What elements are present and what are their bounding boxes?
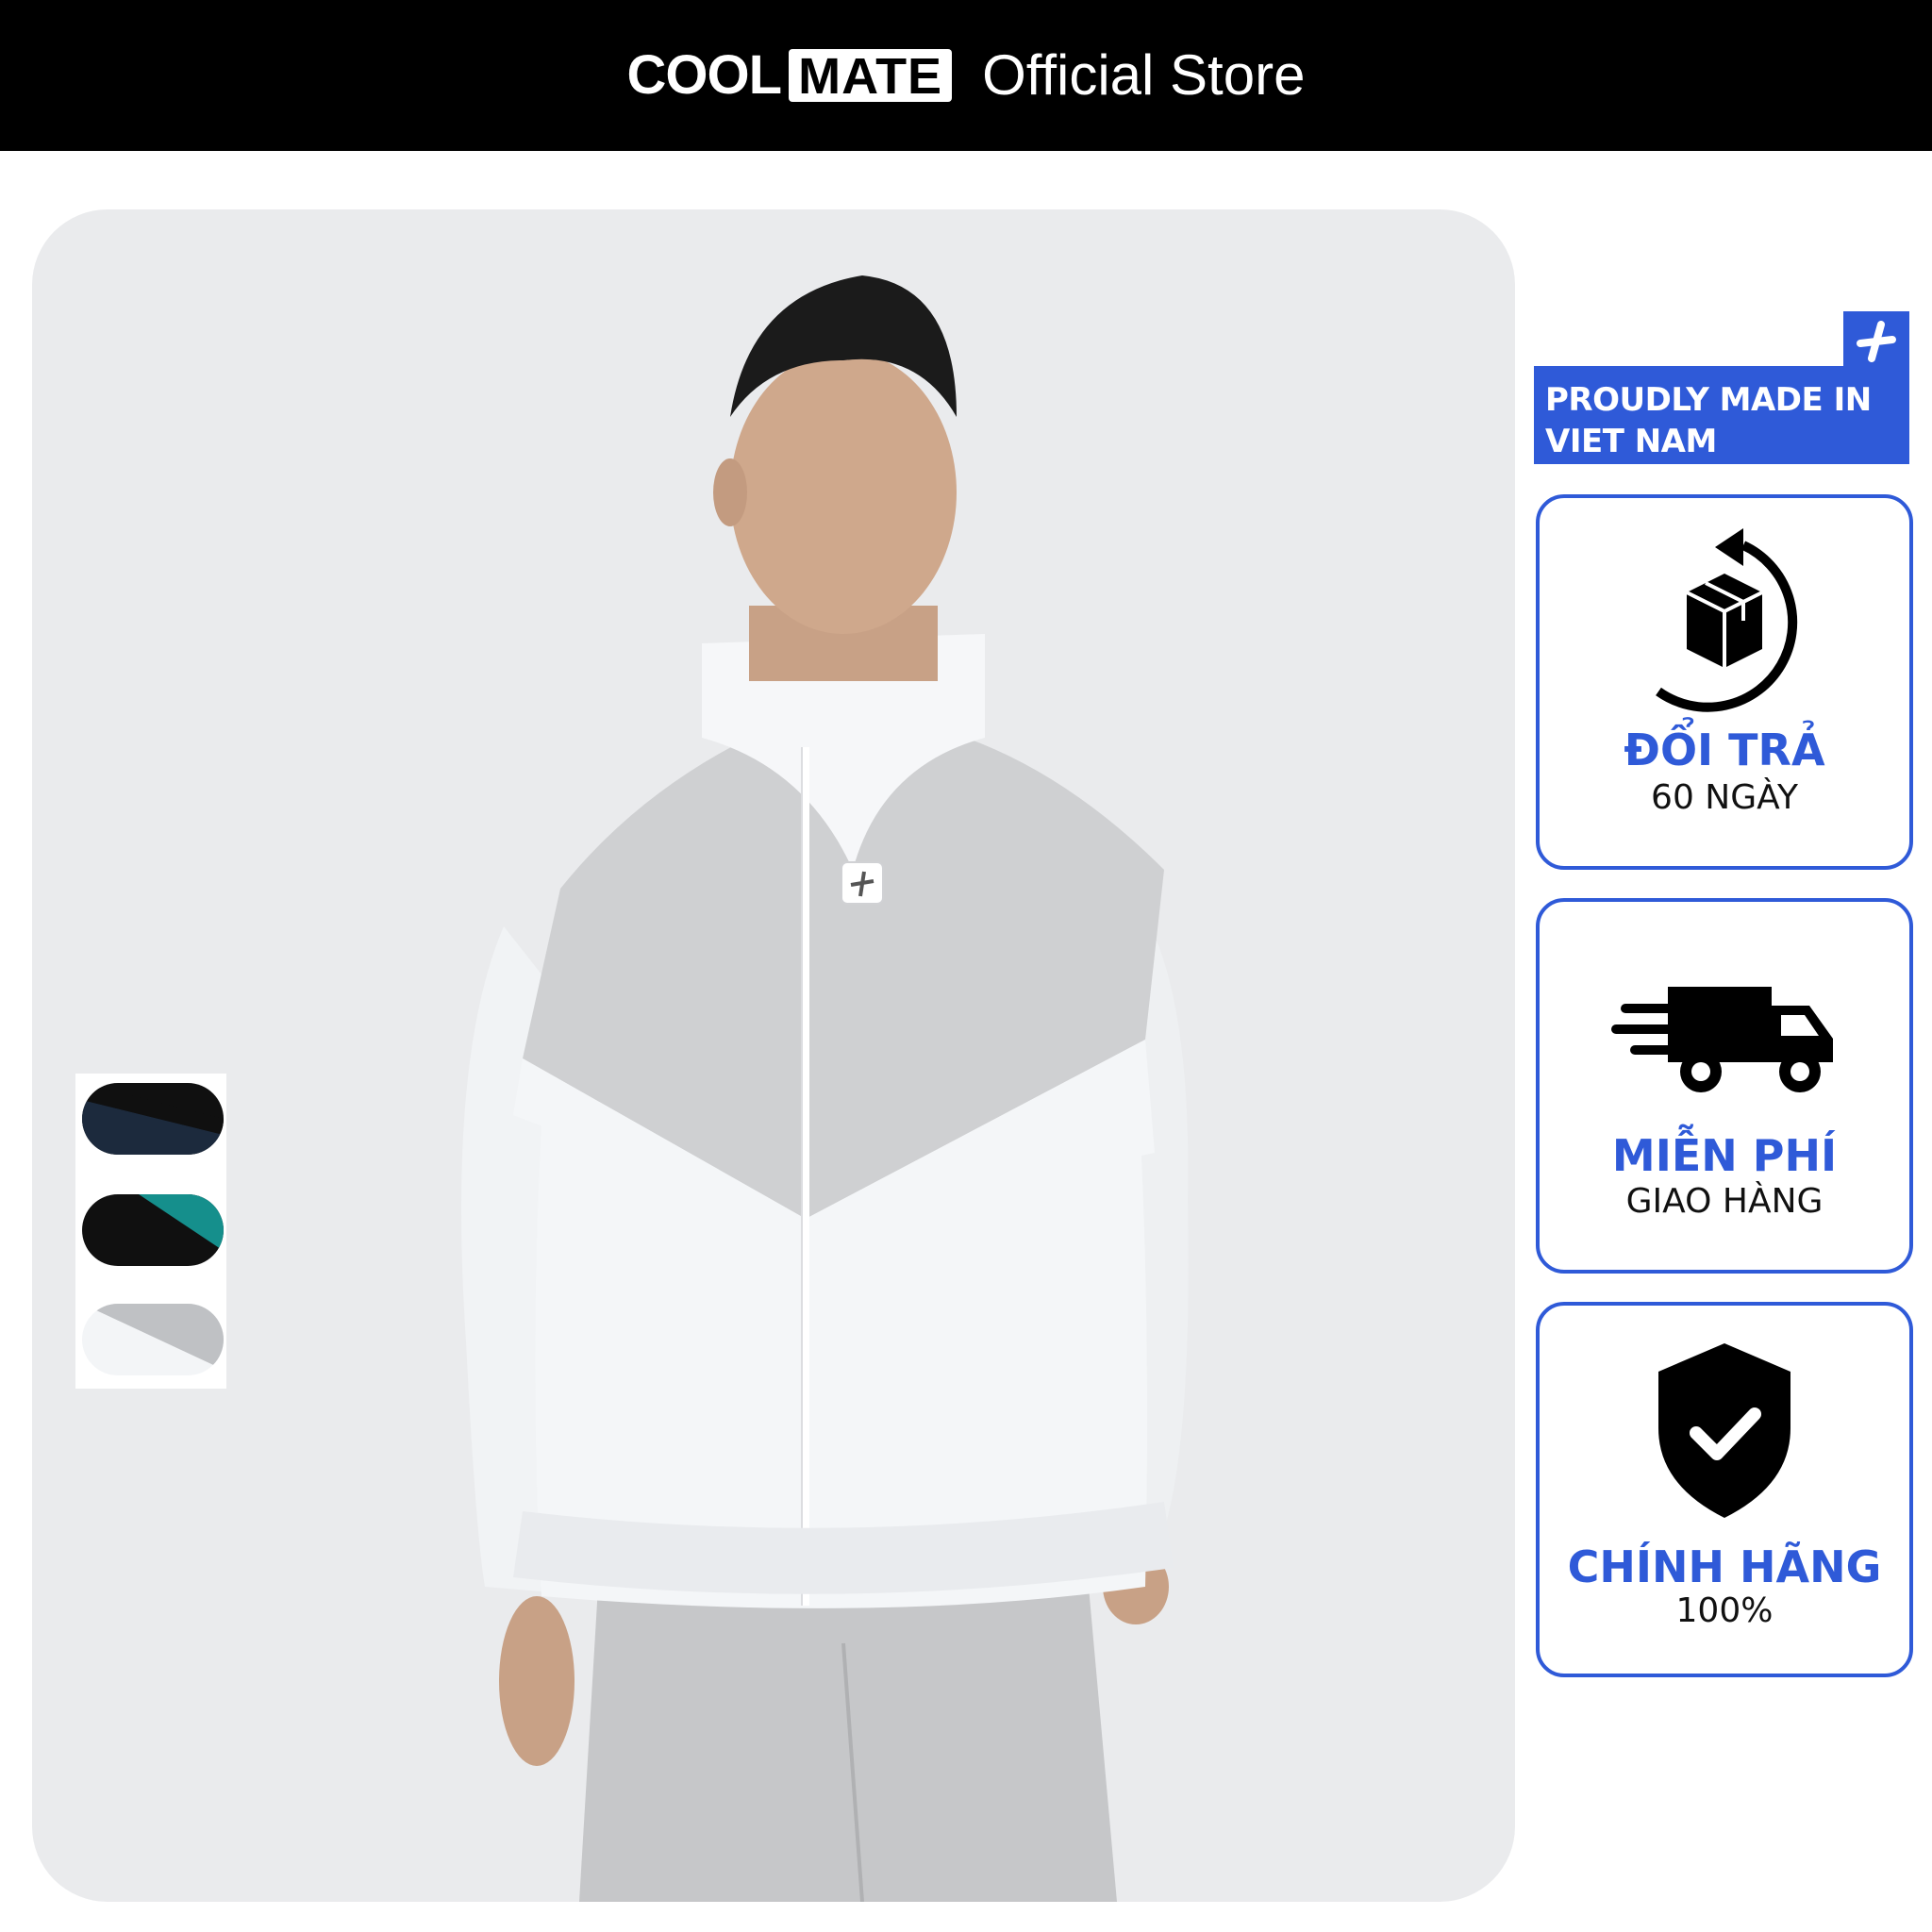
brand-logo[interactable]: COOL MATE bbox=[627, 48, 953, 103]
return-box-icon bbox=[1656, 528, 1798, 712]
shipping-badge: MIỄN PHÍ GIAO HÀNG bbox=[1536, 898, 1913, 1274]
swatch-black-navy-graphic bbox=[82, 1083, 224, 1155]
shipping-subtitle: GIAO HÀNG bbox=[1625, 1182, 1824, 1221]
authentic-subtitle: 100% bbox=[1675, 1591, 1774, 1630]
coolmate-plus-icon bbox=[1857, 321, 1896, 362]
authentic-title: CHÍNH HÃNG bbox=[1567, 1541, 1882, 1592]
made-in-vietnam-text: PROUDLY MADE IN VIET NAM bbox=[1545, 381, 1872, 460]
returns-badge: ĐỔI TRẢ 60 NGÀY bbox=[1536, 494, 1913, 870]
brand-logo-mate: MATE bbox=[789, 49, 953, 102]
official-store-label: Official Store bbox=[982, 43, 1306, 107]
returns-subtitle: 60 NGÀY bbox=[1651, 778, 1798, 817]
product-photo[interactable] bbox=[32, 209, 1515, 1902]
shield-check-icon bbox=[1658, 1343, 1790, 1518]
color-swatch-selector bbox=[75, 1074, 226, 1389]
trust-badges: PROUDLY MADE IN VIET NAM ĐỔI TRẢ 60 NGÀY… bbox=[1532, 0, 1932, 1932]
model-jacket-image bbox=[461, 275, 1189, 1902]
brand-logo-cool: COOL bbox=[626, 44, 783, 106]
swatch-white-grey-graphic bbox=[82, 1304, 224, 1375]
swatch-white-grey[interactable] bbox=[82, 1304, 224, 1375]
authentic-badge: CHÍNH HÃNG 100% bbox=[1536, 1302, 1913, 1677]
made-in-flag-tab bbox=[1843, 311, 1909, 370]
delivery-truck-icon bbox=[1611, 987, 1833, 1092]
swatch-black-navy[interactable] bbox=[82, 1083, 224, 1155]
swatch-black-teal[interactable] bbox=[82, 1194, 224, 1266]
shipping-title: MIỄN PHÍ bbox=[1611, 1130, 1838, 1181]
swatch-black-teal-graphic bbox=[82, 1194, 224, 1266]
made-in-vietnam-badge: PROUDLY MADE IN VIET NAM bbox=[1534, 366, 1909, 464]
returns-title: ĐỔI TRẢ bbox=[1624, 724, 1825, 775]
